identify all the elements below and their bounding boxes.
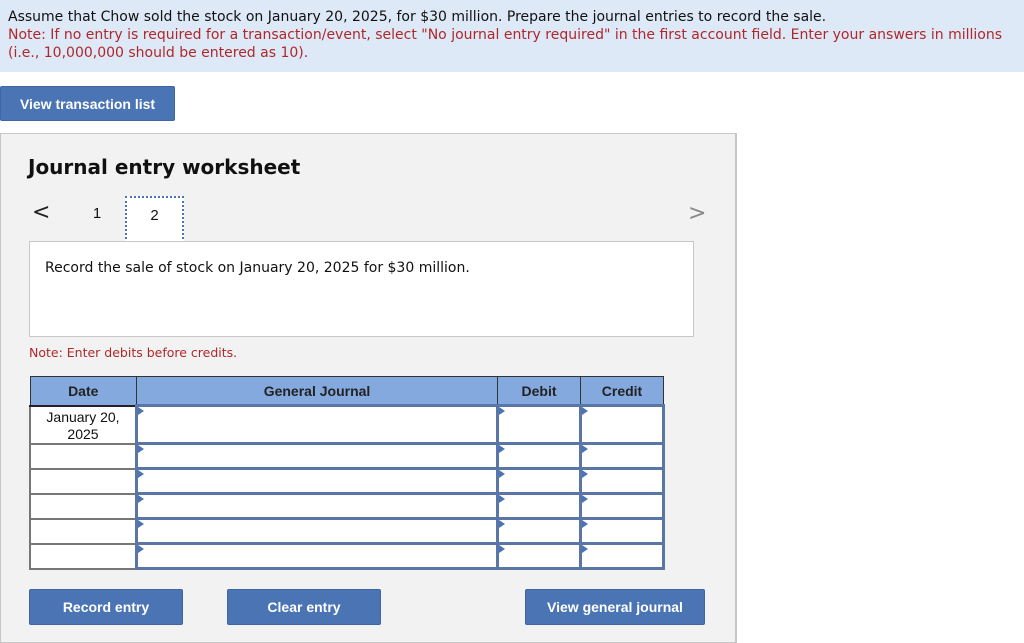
chevron-left-icon[interactable]: < (32, 200, 50, 225)
debit-input[interactable] (499, 472, 579, 488)
journal-row (29, 517, 665, 545)
credit-input[interactable] (582, 497, 662, 513)
debit-cell[interactable] (496, 492, 582, 520)
account-cell[interactable] (135, 517, 499, 545)
worksheet-tab-2[interactable]: 2 (125, 196, 184, 243)
account-cell[interactable] (135, 404, 499, 445)
date-cell: January 20, 2025 (29, 404, 138, 445)
credit-input[interactable] (582, 472, 662, 488)
debit-cell[interactable] (496, 467, 582, 495)
dropdown-flag-icon (582, 520, 588, 528)
dropdown-flag-icon (499, 495, 505, 503)
account-input[interactable] (138, 522, 496, 538)
dropdown-flag-icon (499, 445, 505, 453)
clear-entry-button[interactable]: Clear entry (227, 589, 381, 625)
date-cell (29, 467, 138, 495)
debit-input[interactable] (499, 522, 579, 538)
date-cell (29, 442, 138, 470)
journal-header-row: Date General Journal Debit Credit (29, 376, 664, 407)
account-cell[interactable] (135, 442, 499, 470)
dropdown-flag-icon (138, 407, 144, 415)
debits-credits-note: Note: Enter debits before credits. (29, 345, 238, 360)
dropdown-flag-icon (138, 520, 144, 528)
credit-header: Credit (580, 376, 664, 407)
dropdown-flag-icon (138, 470, 144, 478)
dropdown-flag-icon (582, 470, 588, 478)
journal-row: January 20, 2025 (29, 404, 665, 445)
dropdown-flag-icon (499, 520, 505, 528)
debit-input[interactable] (499, 497, 579, 513)
debit-input[interactable] (499, 547, 579, 563)
account-input[interactable] (138, 547, 496, 563)
debit-cell[interactable] (496, 442, 582, 470)
worksheet-title: Journal entry worksheet (28, 155, 301, 179)
instructions-banner: Assume that Chow sold the stock on Janua… (0, 0, 1024, 72)
dropdown-flag-icon (138, 545, 144, 553)
transaction-description-box: Record the sale of stock on January 20, … (29, 241, 694, 337)
date-cell (29, 492, 138, 520)
credit-cell[interactable] (579, 442, 665, 470)
question-text: Assume that Chow sold the stock on Janua… (8, 9, 827, 25)
dropdown-flag-icon (582, 445, 588, 453)
credit-cell[interactable] (579, 517, 665, 545)
debit-cell[interactable] (496, 517, 582, 545)
debit-header: Debit (497, 376, 581, 407)
journal-row (29, 542, 665, 570)
dropdown-flag-icon (138, 445, 144, 453)
dropdown-flag-icon (582, 407, 588, 415)
credit-cell[interactable] (579, 542, 665, 570)
debit-cell[interactable] (496, 542, 582, 570)
view-transaction-list-button[interactable]: View transaction list (0, 86, 175, 121)
account-cell[interactable] (135, 492, 499, 520)
instructions-note: Note: If no entry is required for a tran… (8, 27, 1003, 61)
worksheet-tab-1[interactable]: 1 (86, 198, 108, 230)
date-cell (29, 517, 138, 545)
dropdown-flag-icon (582, 545, 588, 553)
general-journal-header: General Journal (136, 376, 498, 407)
date-cell (29, 542, 138, 570)
debit-input[interactable] (499, 415, 579, 432)
view-general-journal-button[interactable]: View general journal (525, 589, 705, 625)
debit-cell[interactable] (496, 404, 582, 445)
credit-input[interactable] (582, 415, 662, 432)
journal-table: Date General Journal Debit Credit Januar… (29, 376, 665, 570)
account-cell[interactable] (135, 467, 499, 495)
record-entry-button[interactable]: Record entry (29, 589, 183, 625)
dropdown-flag-icon (499, 545, 505, 553)
credit-input[interactable] (582, 547, 662, 563)
credit-cell[interactable] (579, 467, 665, 495)
dropdown-flag-icon (138, 495, 144, 503)
dropdown-flag-icon (499, 470, 505, 478)
credit-cell[interactable] (579, 404, 665, 445)
dropdown-flag-icon (582, 495, 588, 503)
dropdown-flag-icon (499, 407, 505, 415)
account-input[interactable] (138, 415, 496, 432)
credit-input[interactable] (582, 447, 662, 463)
account-input[interactable] (138, 447, 496, 463)
chevron-right-icon[interactable]: > (688, 201, 706, 226)
credit-cell[interactable] (579, 492, 665, 520)
date-header: Date (29, 376, 137, 407)
debit-input[interactable] (499, 447, 579, 463)
account-input[interactable] (138, 472, 496, 488)
transaction-description: Record the sale of stock on January 20, … (45, 260, 470, 276)
account-input[interactable] (138, 497, 496, 513)
journal-row (29, 442, 665, 470)
journal-row (29, 492, 665, 520)
account-cell[interactable] (135, 542, 499, 570)
journal-row (29, 467, 665, 495)
credit-input[interactable] (582, 522, 662, 538)
